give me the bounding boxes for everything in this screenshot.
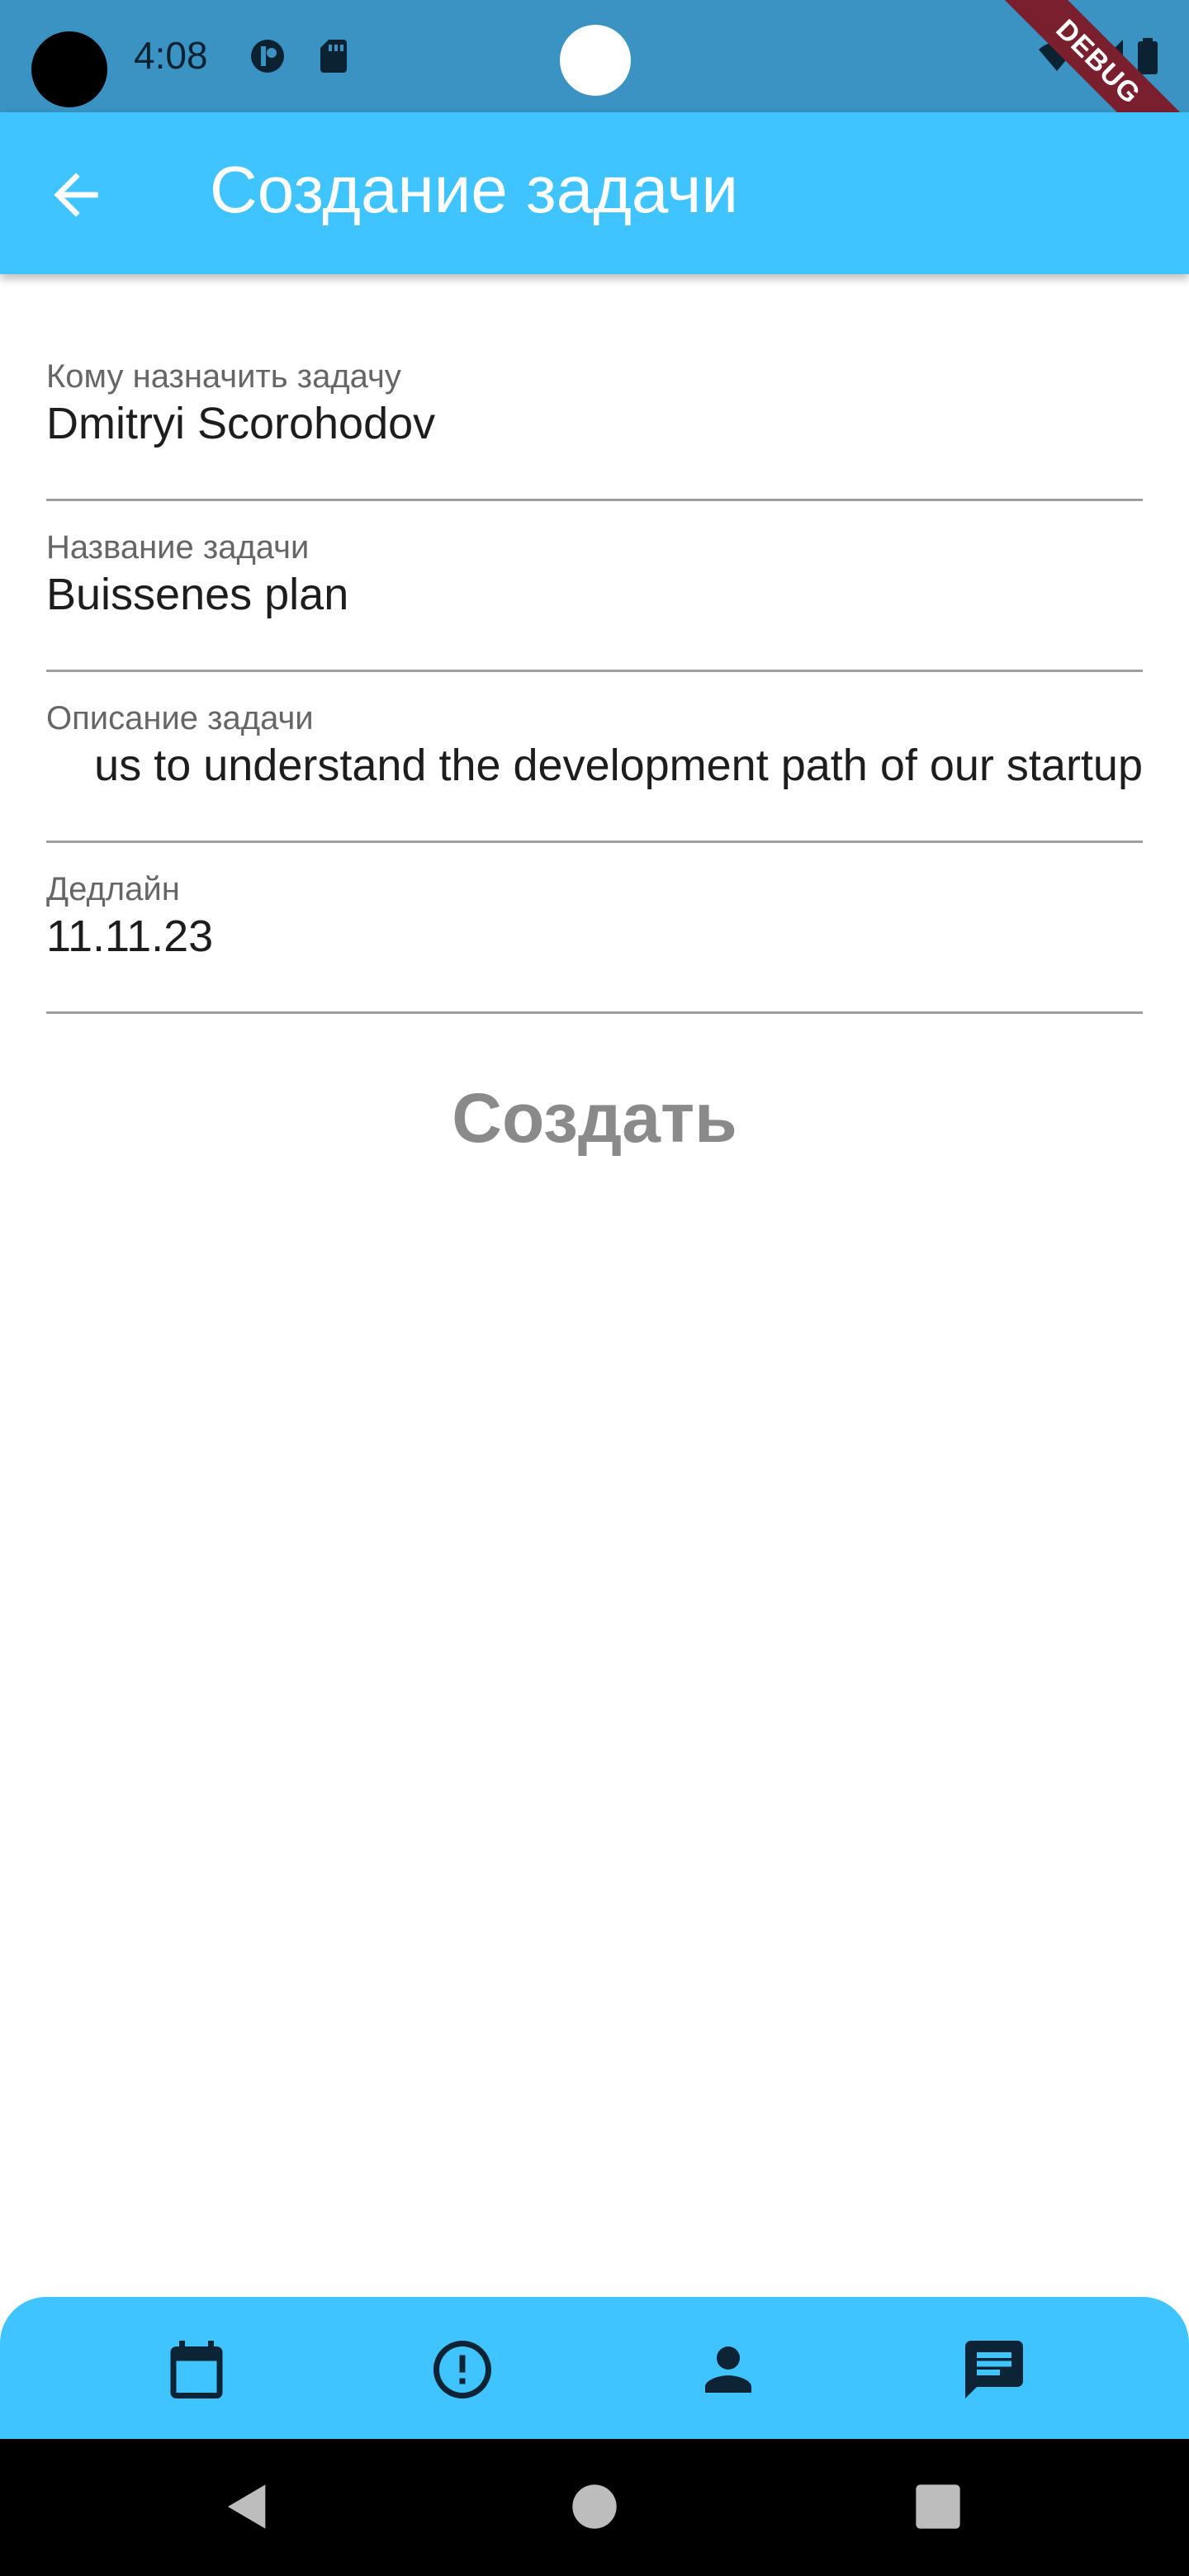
app-notification-icon: [248, 36, 287, 76]
arrow-back-icon: [54, 173, 98, 217]
nav-profile[interactable]: [694, 2335, 763, 2404]
assignee-field[interactable]: Кому назначить задачу Dmitryi Scorohodov: [46, 329, 1143, 501]
calendar-icon: [170, 2341, 223, 2398]
deadline-label: Дедлайн: [46, 871, 180, 907]
system-back-button[interactable]: [221, 2480, 274, 2533]
task-name-field[interactable]: Название задачи Buissenes plan: [46, 500, 1143, 672]
app-bar: Создание задачи: [0, 112, 1189, 274]
bottom-navigation: [0, 2297, 1189, 2439]
assignee-label: Кому назначить задачу: [46, 358, 401, 395]
system-home-button[interactable]: [568, 2480, 621, 2533]
nav-chat[interactable]: [959, 2335, 1029, 2404]
status-time: 4:08: [134, 34, 208, 77]
task-description-label: Описание задачи: [46, 700, 314, 736]
nav-alerts[interactable]: [428, 2335, 497, 2404]
sd-card-icon: [314, 36, 353, 76]
back-triangle-icon: [228, 2484, 266, 2529]
system-navigation-bar: [0, 2439, 1189, 2576]
status-bar: 4:08 DEBUG: [0, 0, 1189, 183]
alert-circle-icon: [433, 2341, 491, 2398]
task-description-value[interactable]: us to understand the development path of…: [94, 740, 1143, 791]
person-icon: [705, 2346, 751, 2393]
task-name-label: Название задачи: [46, 529, 310, 566]
page-title: Создание задачи: [210, 153, 738, 226]
deadline-field[interactable]: Дедлайн 11.11.23: [46, 841, 1143, 1014]
recents-square-icon: [916, 2484, 960, 2529]
chat-icon: [965, 2341, 1023, 2398]
nav-calendar[interactable]: [162, 2335, 231, 2404]
back-button[interactable]: [43, 162, 109, 228]
assignee-value[interactable]: Dmitryi Scorohodov: [46, 398, 435, 449]
home-circle-icon: [572, 2484, 617, 2529]
camera-cutout: [31, 31, 107, 107]
task-name-value[interactable]: Buissenes plan: [46, 569, 348, 620]
deadline-value[interactable]: 11.11.23: [46, 911, 213, 962]
front-camera: [560, 25, 631, 96]
create-button[interactable]: Создать: [0, 1068, 1189, 1167]
task-description-field[interactable]: Описание задачи us to understand the dev…: [46, 670, 1143, 843]
system-recents-button[interactable]: [912, 2480, 964, 2533]
